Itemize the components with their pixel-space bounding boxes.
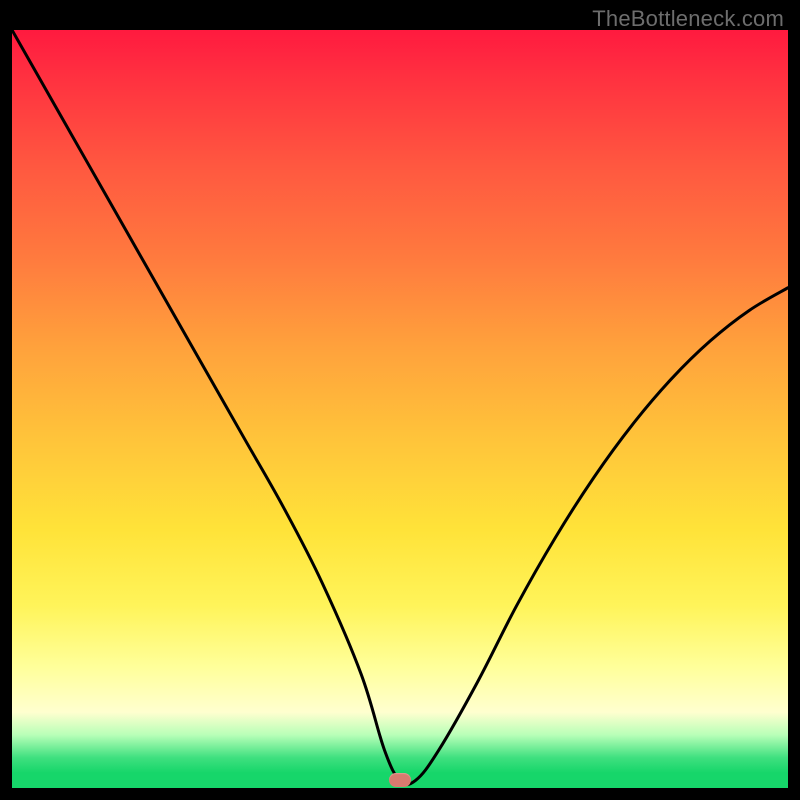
minimum-marker	[389, 773, 411, 787]
watermark-text: TheBottleneck.com	[592, 6, 784, 32]
bottom-black-strip	[12, 788, 788, 800]
chart-frame	[12, 30, 788, 788]
bottleneck-curve	[12, 30, 788, 788]
